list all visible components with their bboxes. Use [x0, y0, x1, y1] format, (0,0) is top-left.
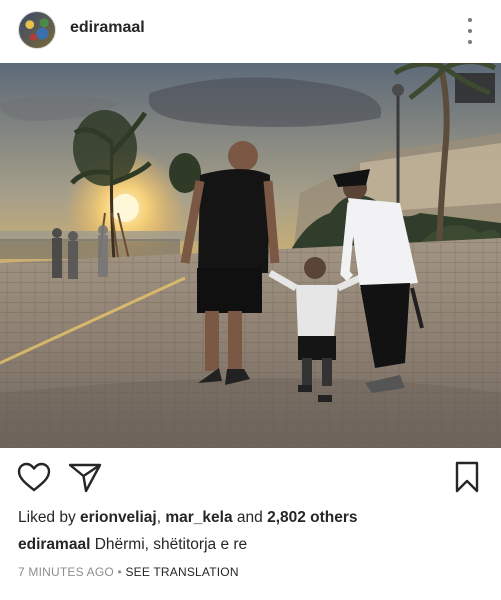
see-translation-link[interactable]: SEE TRANSLATION — [125, 565, 238, 579]
post-meta: 7 MINUTES AGO • SEE TRANSLATION — [18, 565, 239, 579]
more-dot — [468, 29, 472, 33]
bookmark-icon[interactable] — [449, 459, 485, 495]
post-header: ediramaal — [0, 0, 501, 60]
heart-icon[interactable] — [16, 459, 52, 495]
bookmark-icon-glyph — [455, 461, 479, 493]
likes-summary: Liked by erionveliaj, mar_kela and 2,802… — [18, 509, 358, 527]
likes-and: and — [232, 509, 268, 526]
likes-prefix: Liked by — [18, 509, 81, 526]
post-caption: ediramaal Dhërmi, shëtitorja e re — [18, 536, 247, 554]
more-dot — [468, 40, 472, 44]
liked-user-link[interactable]: mar_kela — [165, 509, 232, 526]
post-username[interactable]: ediramaal — [70, 19, 145, 37]
avatar[interactable] — [18, 11, 56, 49]
send-icon-glyph — [68, 463, 102, 493]
likes-count-link[interactable]: 2,802 others — [267, 509, 357, 526]
action-bar — [0, 455, 501, 499]
post-photo[interactable] — [0, 63, 501, 448]
heart-icon-glyph — [17, 462, 51, 492]
liked-user-link[interactable]: erionveliaj — [80, 509, 157, 526]
photo-illustration — [0, 63, 501, 448]
more-vertical-icon[interactable] — [462, 18, 478, 44]
post-timestamp: 7 MINUTES AGO — [18, 565, 114, 579]
meta-separator: • — [113, 565, 126, 579]
send-icon[interactable] — [67, 459, 103, 495]
caption-text: Dhërmi, shëtitorja e re — [90, 536, 248, 553]
more-dot — [468, 18, 472, 22]
caption-author[interactable]: ediramaal — [18, 536, 90, 553]
